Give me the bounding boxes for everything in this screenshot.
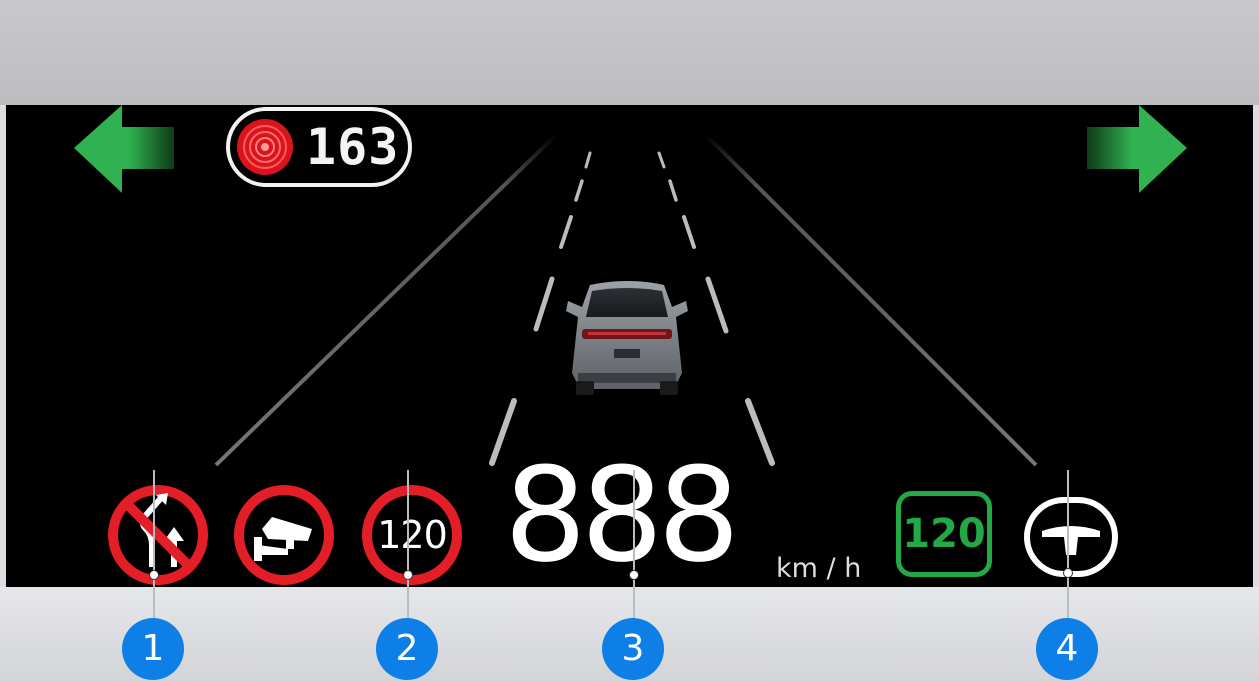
callout-dot-1 [149,570,159,580]
speed-camera-icon [234,485,334,585]
callout-2: 2 [376,618,438,680]
callout-leader-2 [407,470,409,630]
top-band [0,0,1259,105]
callout-leader-3 [633,470,635,630]
callout-dot-3 [629,570,639,580]
cruise-set-speed-value: 120 [902,511,986,557]
callout-dot-4 [1063,568,1073,578]
current-speed: 888 [504,439,740,587]
radar-distance-badge: 163 [226,107,412,187]
steering-wheel-icon [1024,497,1118,577]
speed-unit: km / h [776,553,862,584]
leading-car [566,281,688,395]
right-arrow-icon [1087,105,1187,193]
radar-icon [237,119,293,175]
hud-screen: 163 120 888 km / h 120 [6,105,1253,587]
callout-3: 3 [602,618,664,680]
left-arrow-icon [74,105,174,193]
callout-1: 1 [122,618,184,680]
radar-distance-value: 163 [306,118,400,176]
callout-dot-2 [403,570,413,580]
callout-leader-1 [153,470,155,630]
cruise-set-speed: 120 [896,491,992,577]
callout-4: 4 [1036,618,1098,680]
callout-leader-4 [1067,470,1069,630]
